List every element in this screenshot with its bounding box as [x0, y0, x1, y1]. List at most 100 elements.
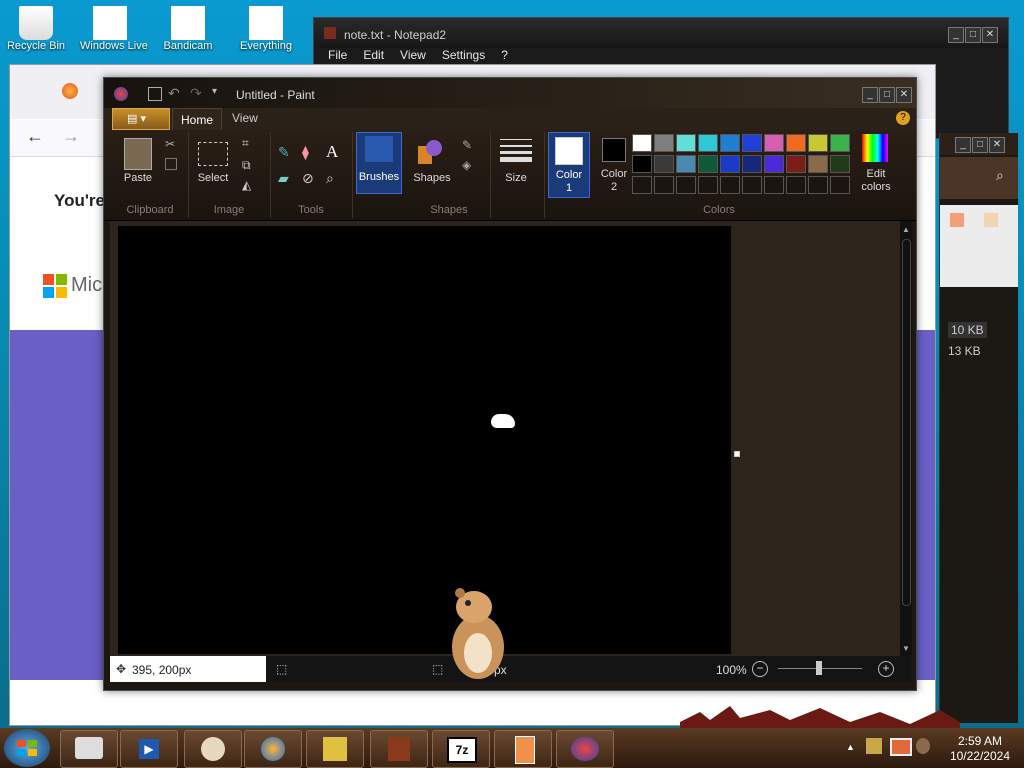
- taskbar-app3[interactable]: [184, 730, 242, 768]
- palette-swatch[interactable]: [764, 176, 784, 194]
- clock[interactable]: 2:59 AM 10/22/2024: [950, 734, 1010, 764]
- recycle-bin-icon[interactable]: Recycle Bin: [6, 6, 66, 68]
- forward-arrow-icon[interactable]: →: [62, 126, 80, 147]
- minimize-icon[interactable]: _: [955, 137, 971, 153]
- taskbar-firefox[interactable]: [244, 730, 302, 768]
- size-button[interactable]: Size: [494, 172, 538, 184]
- palette-swatch[interactable]: [742, 176, 762, 194]
- maximize-icon[interactable]: □: [965, 27, 981, 43]
- back-arrow-icon[interactable]: ←: [26, 126, 44, 147]
- magnifier-icon[interactable]: ⌕: [326, 170, 334, 187]
- tray-expand-icon[interactable]: ▲: [846, 742, 855, 752]
- drawing-canvas[interactable]: [118, 226, 731, 654]
- canvas-area[interactable]: [110, 221, 902, 656]
- color2-button[interactable]: Color 2: [594, 132, 634, 196]
- palette-swatch[interactable]: [808, 134, 828, 152]
- pencil-icon[interactable]: ✎: [278, 144, 290, 161]
- quick-access-dropdown-icon[interactable]: ▾: [212, 86, 217, 97]
- tab-home[interactable]: Home: [172, 108, 222, 131]
- palette-swatch[interactable]: [786, 176, 806, 194]
- vertical-scrollbar[interactable]: ▲ ▼: [900, 221, 912, 656]
- palette-swatch[interactable]: [632, 176, 652, 194]
- taskbar-7zip[interactable]: 7z: [432, 730, 490, 768]
- palette-swatch[interactable]: [632, 134, 652, 152]
- bandicam-icon[interactable]: Bandicam: [158, 6, 218, 68]
- minimize-icon[interactable]: _: [862, 87, 878, 103]
- scroll-down-icon[interactable]: ▼: [902, 644, 910, 653]
- rotate-icon[interactable]: ◭: [242, 178, 251, 192]
- palette-swatch[interactable]: [808, 176, 828, 194]
- palette-swatch[interactable]: [830, 176, 850, 194]
- close-icon[interactable]: ✕: [896, 87, 912, 103]
- notepad-titlebar[interactable]: note.txt - Notepad2 _ □ ✕: [314, 18, 1008, 48]
- palette-swatch[interactable]: [720, 155, 740, 173]
- canvas-resize-handle[interactable]: [734, 451, 740, 457]
- explorer-titlebar[interactable]: _ □ ✕: [940, 133, 1018, 155]
- undo-icon[interactable]: ↶: [168, 85, 180, 102]
- brushes-button[interactable]: Brushes: [356, 132, 402, 194]
- taskbar-document[interactable]: [494, 730, 552, 768]
- palette-swatch[interactable]: [764, 134, 784, 152]
- taskbar-book[interactable]: [370, 730, 428, 768]
- size-icon[interactable]: [500, 138, 532, 162]
- save-icon[interactable]: [148, 87, 162, 101]
- menu-help[interactable]: ?: [501, 48, 508, 62]
- taskbar-media-player[interactable]: ▶: [120, 730, 178, 768]
- close-icon[interactable]: ✕: [989, 137, 1005, 153]
- edit-colors-button[interactable]: Edit colors: [854, 134, 894, 198]
- menu-view[interactable]: View: [400, 48, 426, 62]
- select-icon[interactable]: [198, 142, 228, 166]
- minimize-icon[interactable]: _: [948, 27, 964, 43]
- everything-icon[interactable]: Everything: [236, 6, 296, 68]
- paste-button[interactable]: Paste: [116, 172, 160, 184]
- zoom-slider-thumb[interactable]: [816, 661, 822, 675]
- file-icon[interactable]: [950, 213, 964, 227]
- palette-swatch[interactable]: [654, 176, 674, 194]
- palette-swatch[interactable]: [654, 134, 674, 152]
- select-button[interactable]: Select: [192, 172, 234, 184]
- color-picker-icon[interactable]: ⊘: [302, 170, 314, 187]
- close-icon[interactable]: ✕: [982, 27, 998, 43]
- firefox-tab-icon[interactable]: [62, 83, 78, 99]
- palette-swatch[interactable]: [654, 155, 674, 173]
- taskbar-paint[interactable]: [556, 730, 614, 768]
- palette-swatch[interactable]: [808, 155, 828, 173]
- palette-swatch[interactable]: [698, 176, 718, 194]
- menu-edit[interactable]: Edit: [363, 48, 384, 62]
- text-icon[interactable]: A: [326, 142, 338, 162]
- palette-swatch[interactable]: [632, 155, 652, 173]
- palette-swatch[interactable]: [764, 155, 784, 173]
- scroll-thumb[interactable]: [902, 239, 911, 606]
- explorer-window[interactable]: _ □ ✕ ⌕ 10 KB 13 KB: [939, 133, 1018, 723]
- taskbar-notes[interactable]: [306, 730, 364, 768]
- shapes-button[interactable]: Shapes: [410, 172, 454, 184]
- zoom-out-icon[interactable]: −: [752, 661, 768, 677]
- color1-button[interactable]: Color 1: [548, 132, 590, 198]
- taskbar-file-manager[interactable]: [60, 730, 118, 768]
- palette-swatch[interactable]: [742, 134, 762, 152]
- menu-settings[interactable]: Settings: [442, 48, 485, 62]
- windows-live-icon[interactable]: Windows Live: [80, 6, 148, 68]
- menu-file[interactable]: File: [328, 48, 347, 62]
- help-icon[interactable]: ?: [896, 111, 910, 125]
- palette-swatch[interactable]: [830, 134, 850, 152]
- palette-swatch[interactable]: [720, 176, 740, 194]
- tray-network-icon[interactable]: [866, 738, 882, 754]
- palette-swatch[interactable]: [698, 155, 718, 173]
- eraser-icon[interactable]: ▰: [278, 170, 289, 187]
- tab-view[interactable]: View: [232, 111, 258, 125]
- palette-swatch[interactable]: [742, 155, 762, 173]
- fill-icon[interactable]: ⧫: [302, 144, 309, 161]
- file-icon[interactable]: [984, 213, 998, 227]
- shapes-icon[interactable]: [416, 138, 444, 166]
- search-icon[interactable]: ⌕: [996, 167, 1004, 184]
- outline-icon[interactable]: ✎: [462, 138, 472, 152]
- crop-icon[interactable]: ⌗: [242, 136, 249, 151]
- palette-swatch[interactable]: [830, 155, 850, 173]
- palette-swatch[interactable]: [720, 134, 740, 152]
- paste-icon[interactable]: [124, 138, 152, 170]
- redo-icon[interactable]: ↷: [190, 85, 202, 102]
- scroll-up-icon[interactable]: ▲: [902, 225, 910, 234]
- palette-swatch[interactable]: [698, 134, 718, 152]
- palette-swatch[interactable]: [786, 155, 806, 173]
